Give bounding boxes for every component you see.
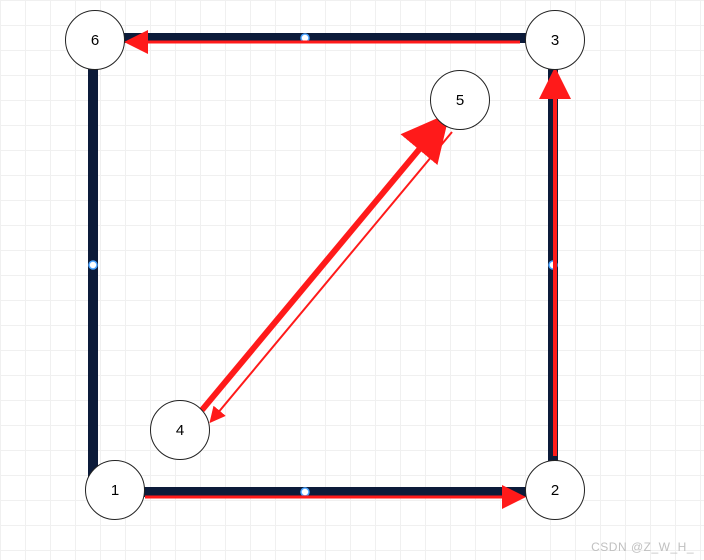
node-1[interactable]: 1: [85, 460, 145, 520]
watermark: CSDN @Z_W_H_: [591, 540, 694, 554]
node-4[interactable]: 4: [150, 400, 210, 460]
node-3[interactable]: 3: [525, 10, 585, 70]
node-label: 4: [176, 422, 184, 439]
node-label: 1: [111, 482, 119, 499]
node-2[interactable]: 2: [525, 460, 585, 520]
node-label: 5: [456, 92, 464, 109]
node-label: 6: [91, 32, 99, 49]
arrow-4-5: [202, 122, 442, 410]
arrow-5-4: [212, 132, 452, 420]
node-5[interactable]: 5: [430, 70, 490, 130]
node-6[interactable]: 6: [65, 10, 125, 70]
node-label: 2: [551, 482, 559, 499]
node-label: 3: [551, 32, 559, 49]
